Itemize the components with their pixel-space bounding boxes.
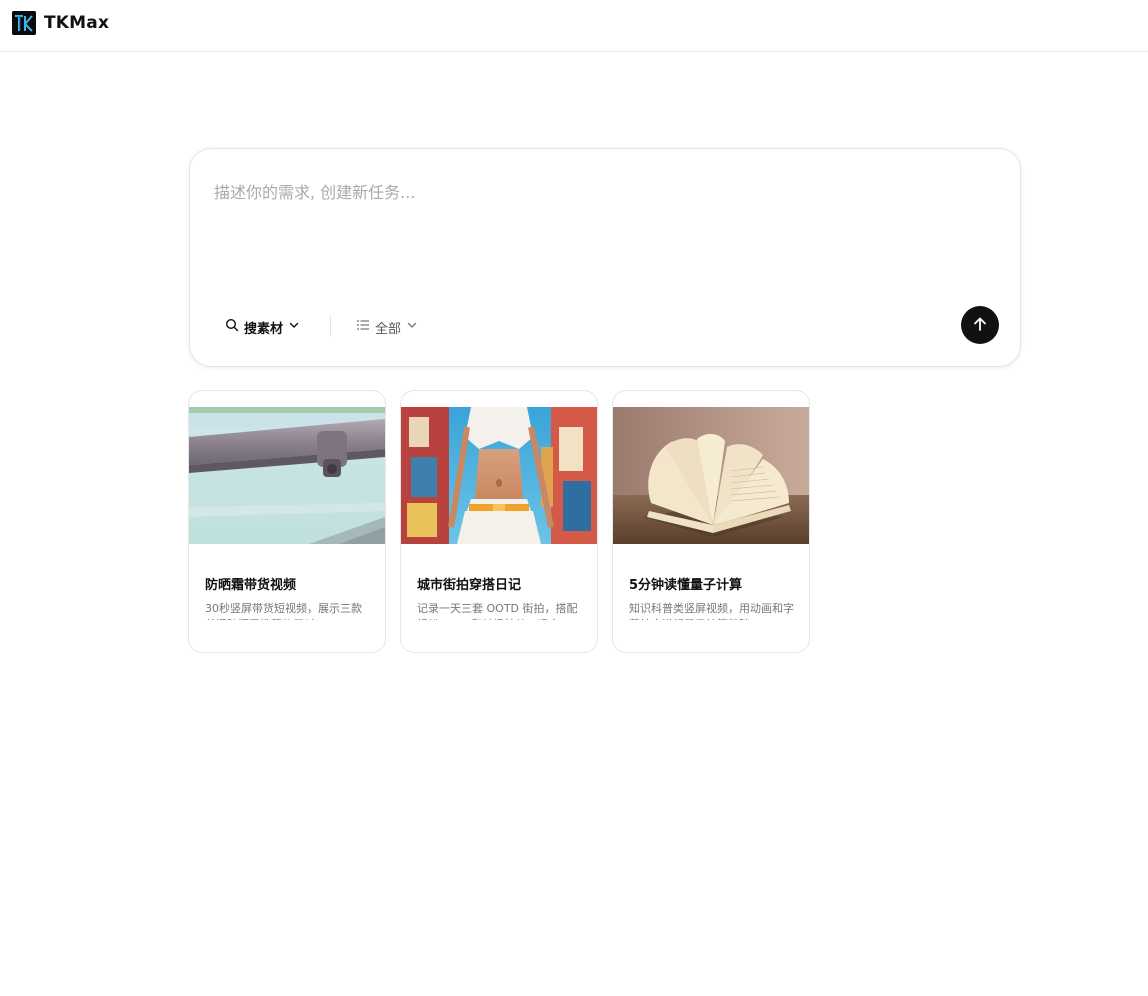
- chevron-down-icon: [406, 319, 418, 335]
- card-thumbnail: [189, 407, 385, 544]
- search-material-label: 搜素材: [244, 321, 284, 337]
- search-material-dropdown[interactable]: 搜素材: [225, 316, 300, 338]
- card-description: 知识科普类竖屏视频，用动画和字幕结合讲解量子计算基础: [629, 602, 794, 620]
- template-card-sunscreen[interactable]: 防晒霜带货视频 30秒竖屏带货短视频，展示三款单词防晒霜推荐使用时: [188, 390, 386, 653]
- tkmax-logo-icon[interactable]: [12, 11, 36, 35]
- card-description: 记录一天三套 OOTD 街拍，搭配轻松 BGM 和转场特效，适合: [417, 602, 578, 620]
- template-card-quantum[interactable]: 5分钟读懂量子计算 知识科普类竖屏视频，用动画和字幕结合讲解量子计算基础: [612, 390, 810, 653]
- card-title: 防晒霜带货视频: [205, 578, 297, 593]
- template-card-street-style[interactable]: 城市街拍穿搭日记 记录一天三套 OOTD 街拍，搭配轻松 BGM 和转场特效，适…: [400, 390, 598, 653]
- top-bar: TKMax: [0, 0, 1148, 52]
- chevron-down-icon: [288, 319, 300, 335]
- card-thumbnail: [401, 407, 597, 544]
- filter-all-dropdown[interactable]: 全部: [356, 316, 418, 338]
- card-title: 城市街拍穿搭日记: [417, 578, 522, 593]
- card-title: 5分钟读懂量子计算: [629, 578, 743, 593]
- card-thumbnail: [613, 407, 809, 544]
- card-description: 30秒竖屏带货短视频，展示三款单词防晒霜推荐使用时: [205, 602, 362, 620]
- arrow-up-icon: [972, 316, 988, 335]
- send-button[interactable]: [961, 306, 999, 344]
- filter-all-label: 全部: [375, 321, 402, 337]
- task-composer: 搜素材 全部: [189, 148, 1021, 367]
- task-input[interactable]: [214, 179, 994, 289]
- list-icon: [356, 318, 370, 336]
- brand-name[interactable]: TKMax: [44, 12, 109, 34]
- search-icon: [225, 318, 239, 336]
- toolbar-divider: [330, 315, 331, 337]
